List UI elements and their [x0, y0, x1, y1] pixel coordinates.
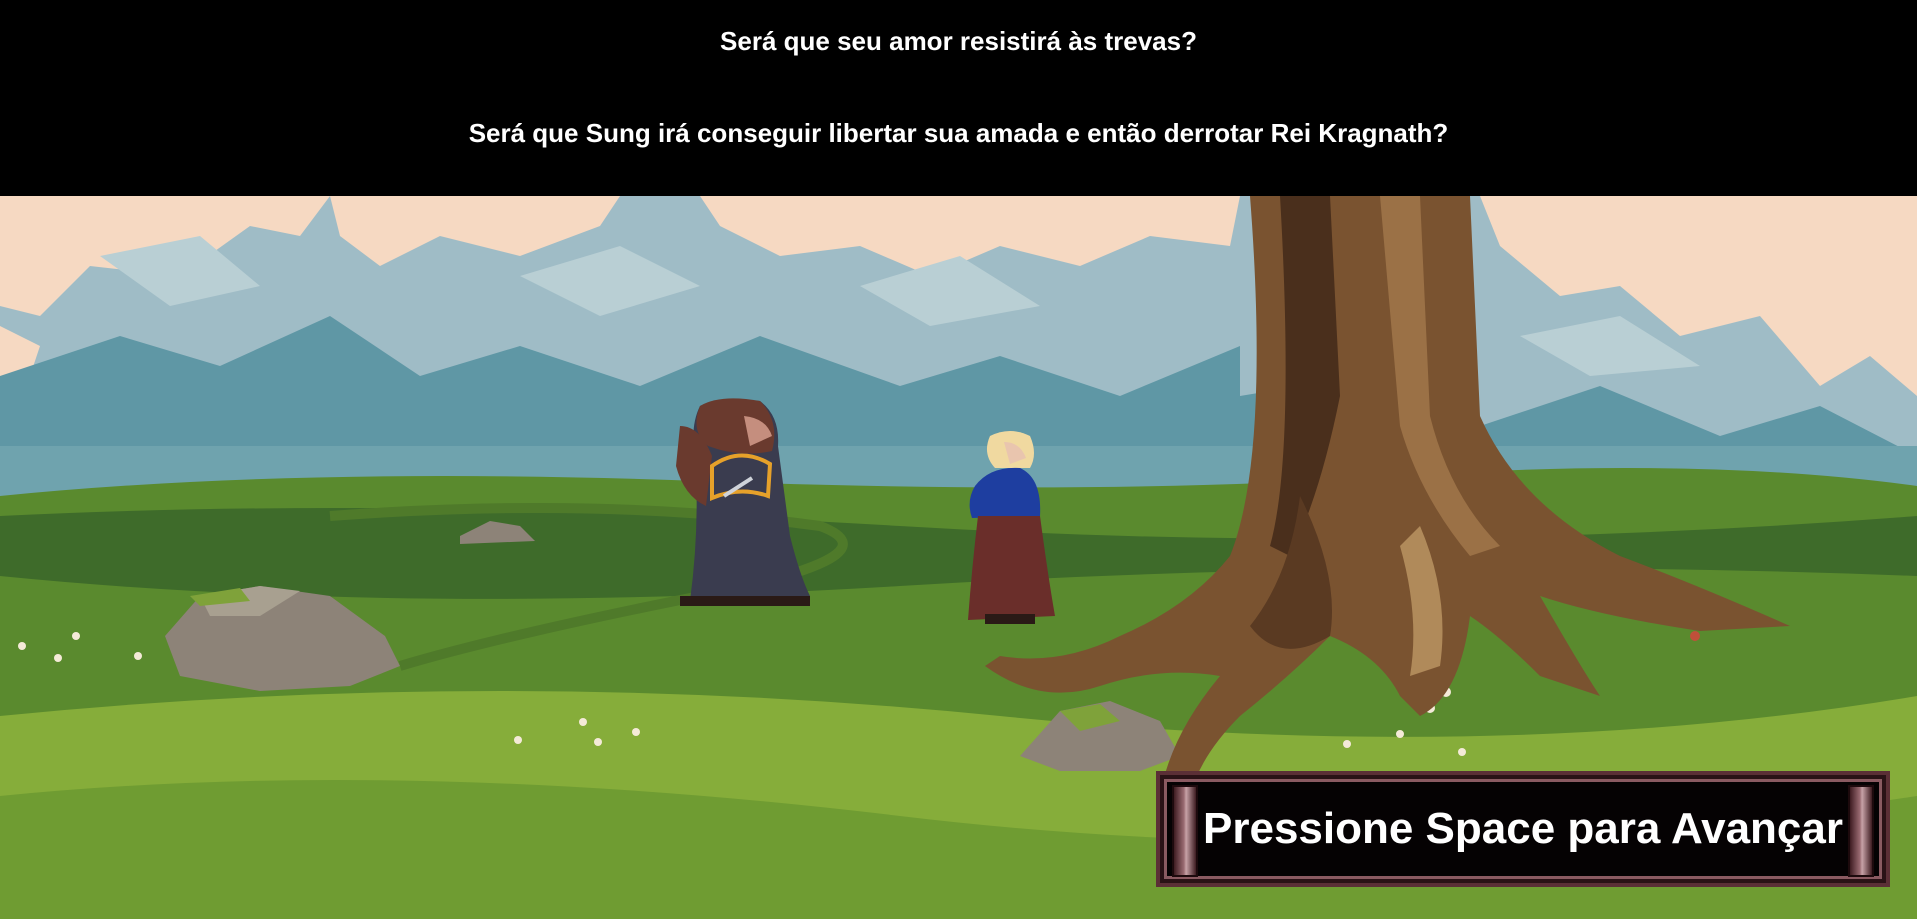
narration-line-2: Será que Sung irá conseguir libertar sua…: [468, 118, 1449, 148]
narration-line-1: Será que seu amor resistirá às trevas?: [720, 26, 1197, 56]
narration-panel: Será que seu amor resistirá às trevas? S…: [0, 0, 1917, 196]
advance-prompt-button[interactable]: Pressione Space para Avançar: [1156, 771, 1890, 887]
game-stage: Será que seu amor resistirá às trevas? S…: [0, 0, 1917, 919]
advance-prompt-label: Pressione Space para Avançar: [1203, 804, 1843, 853]
mushroom: [1690, 631, 1700, 641]
